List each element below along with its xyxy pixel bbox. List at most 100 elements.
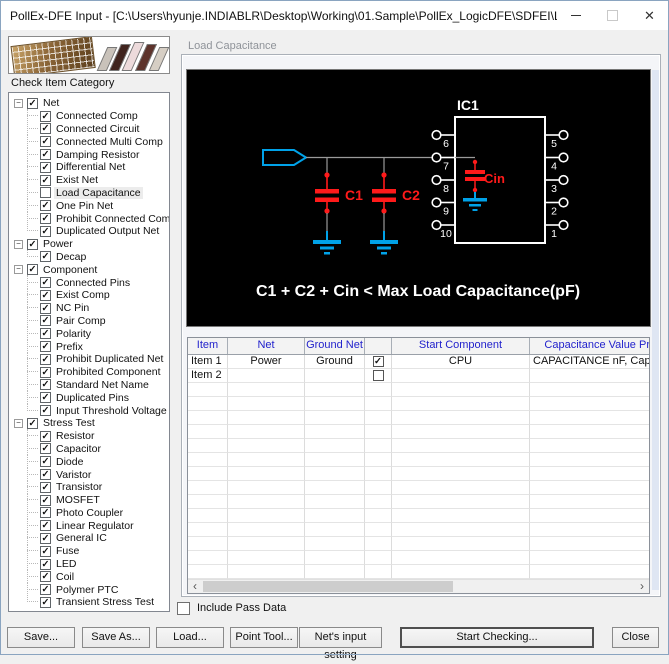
cell-capacitance-value-pr-7[interactable]	[530, 439, 649, 453]
cell-capacitance-value-pr-1[interactable]: CAPACITANCE nF, Capa	[530, 355, 649, 369]
checkbox[interactable]: ✓	[40, 545, 51, 557]
cell-item-16[interactable]	[188, 565, 228, 579]
cell-item-4[interactable]	[188, 397, 228, 411]
cell-net-13[interactable]	[228, 523, 305, 537]
checkbox[interactable]: ✓	[40, 213, 51, 225]
tree-item-prohibit-connected-comp[interactable]: ✓ Prohibit Connected Comp	[12, 211, 169, 225]
cell-start-component-16[interactable]	[392, 565, 530, 579]
checkbox[interactable]: ✓	[40, 136, 51, 148]
cell-capacitance-value-pr-9[interactable]	[530, 467, 649, 481]
tree-item-duplicated-pins[interactable]: ✓ Duplicated Pins	[12, 390, 169, 404]
cell-item-6[interactable]	[188, 425, 228, 439]
row-checkbox[interactable]: ✓	[372, 356, 384, 367]
checkbox[interactable]: ✓	[40, 353, 51, 365]
tree-item-mosfet[interactable]: ✓ MOSFET	[12, 492, 169, 507]
checkbox[interactable]: ✓	[40, 430, 51, 442]
cell-capacitance-value-pr-12[interactable]	[530, 509, 649, 523]
cell-item-10[interactable]	[188, 481, 228, 495]
checkbox[interactable]: ✓	[40, 558, 51, 570]
checkbox[interactable]: ✓	[40, 302, 51, 314]
cell-start-component-9[interactable]	[392, 467, 530, 481]
cell-start-component-10[interactable]	[392, 481, 530, 495]
maximize-button[interactable]	[594, 1, 631, 30]
tree-item-capacitor[interactable]: ✓ Capacitor	[12, 441, 169, 456]
checkbox[interactable]: ✓	[27, 264, 38, 276]
cell-capacitance-value-pr-10[interactable]	[530, 481, 649, 495]
scroll-left-button[interactable]: ‹	[188, 580, 202, 593]
tree-item-diode[interactable]: ✓ Diode	[12, 454, 169, 468]
tree-item-general-ic[interactable]: ✓ General IC	[12, 531, 169, 545]
tree-item-standard-net-name[interactable]: ✓ Standard Net Name	[12, 377, 169, 392]
cell-start-component-12[interactable]	[392, 509, 530, 523]
checkbox[interactable]: ✓	[40, 379, 51, 391]
minimize-button[interactable]	[557, 1, 594, 30]
tree-item-input-threshold-voltage[interactable]: ✓ Input Threshold Voltage	[12, 403, 169, 417]
checkbox[interactable]: ✓	[40, 161, 51, 173]
cell-item-14[interactable]	[188, 537, 228, 551]
close-button[interactable]: ✕	[631, 1, 668, 30]
checkbox[interactable]: ✓	[40, 366, 51, 378]
tree-item-load-capacitance[interactable]: Load Capacitance	[12, 185, 169, 200]
cell-capacitance-value-pr-6[interactable]	[530, 425, 649, 439]
checkbox[interactable]: ✓	[40, 123, 51, 135]
cell-item-7[interactable]	[188, 439, 228, 453]
cell-item-15[interactable]	[188, 551, 228, 565]
cell-blank-9[interactable]	[365, 467, 392, 481]
tree-item-pair-comp[interactable]: ✓ Pair Comp	[12, 313, 169, 328]
cell-ground-net-13[interactable]	[305, 523, 365, 537]
collapse-icon[interactable]: −	[14, 418, 23, 428]
tree-item-led[interactable]: ✓ LED	[12, 556, 169, 571]
tree-item-fuse[interactable]: ✓ Fuse	[12, 543, 169, 558]
cell-net-15[interactable]	[228, 551, 305, 565]
cell-capacitance-value-pr-11[interactable]	[530, 495, 649, 509]
cell-capacitance-value-pr-16[interactable]	[530, 565, 649, 579]
vertical-scrollbar-track[interactable]	[652, 70, 659, 590]
cell-start-component-3[interactable]	[392, 383, 530, 397]
cell-start-component-7[interactable]	[392, 439, 530, 453]
cell-net-12[interactable]	[228, 509, 305, 523]
cell-blank-6[interactable]	[365, 425, 392, 439]
cell-capacitance-value-pr-5[interactable]	[530, 411, 649, 425]
cell-ground-net-5[interactable]	[305, 411, 365, 425]
cell-net-7[interactable]	[228, 439, 305, 453]
cell-capacitance-value-pr-4[interactable]	[530, 397, 649, 411]
cell-ground-net-15[interactable]	[305, 551, 365, 565]
cell-start-component-1[interactable]: CPU	[392, 355, 530, 369]
cell-item-13[interactable]	[188, 523, 228, 537]
tree-item-differential-net[interactable]: ✓ Differential Net	[12, 160, 169, 174]
checkbox[interactable]: ✓	[40, 494, 51, 506]
checkbox[interactable]: ✓	[40, 481, 51, 493]
checkbox[interactable]: ✓	[40, 289, 51, 301]
checkbox[interactable]: ✓	[40, 328, 51, 340]
cell-ground-net-16[interactable]	[305, 565, 365, 579]
scrollbar-thumb[interactable]	[203, 581, 453, 592]
save-button[interactable]: Save...	[7, 627, 75, 648]
checkbox[interactable]: ✓	[27, 97, 38, 109]
tree-item-coil[interactable]: ✓ Coil	[12, 569, 169, 584]
cell-blank-4[interactable]	[365, 397, 392, 411]
cell-net-6[interactable]	[228, 425, 305, 439]
checkbox[interactable]	[40, 187, 51, 199]
cell-ground-net-7[interactable]	[305, 439, 365, 453]
tree-item-transistor[interactable]: ✓ Transistor	[12, 479, 169, 494]
tree-item-connected-pins[interactable]: ✓ Connected Pins	[12, 275, 169, 289]
checkbox[interactable]: ✓	[40, 520, 51, 532]
cell-net-4[interactable]	[228, 397, 305, 411]
checkbox[interactable]: ✓	[27, 417, 38, 429]
checkbox[interactable]: ✓	[27, 238, 38, 250]
tree-item-power[interactable]: − ✓ Power	[12, 238, 169, 251]
cell-capacitance-value-pr-2[interactable]	[530, 369, 649, 383]
cell-blank-10[interactable]	[365, 481, 392, 495]
cell-ground-net-11[interactable]	[305, 495, 365, 509]
tree-item-one-pin-net[interactable]: ✓ One Pin Net	[12, 198, 169, 212]
checkbox[interactable]: ✓	[40, 225, 51, 237]
tree-item-duplicated-output-net[interactable]: ✓ Duplicated Output Net	[12, 223, 169, 238]
point-tool-button[interactable]: Point Tool...	[230, 627, 298, 648]
cell-ground-net-8[interactable]	[305, 453, 365, 467]
tree-item-exist-comp[interactable]: ✓ Exist Comp	[12, 287, 169, 302]
cell-start-component-14[interactable]	[392, 537, 530, 551]
cell-net-5[interactable]	[228, 411, 305, 425]
tree-item-prohibit-duplicated-net[interactable]: ✓ Prohibit Duplicated Net	[12, 351, 169, 366]
tree-item-polymer-ptc[interactable]: ✓ Polymer PTC	[12, 582, 169, 596]
cell-ground-net-3[interactable]	[305, 383, 365, 397]
